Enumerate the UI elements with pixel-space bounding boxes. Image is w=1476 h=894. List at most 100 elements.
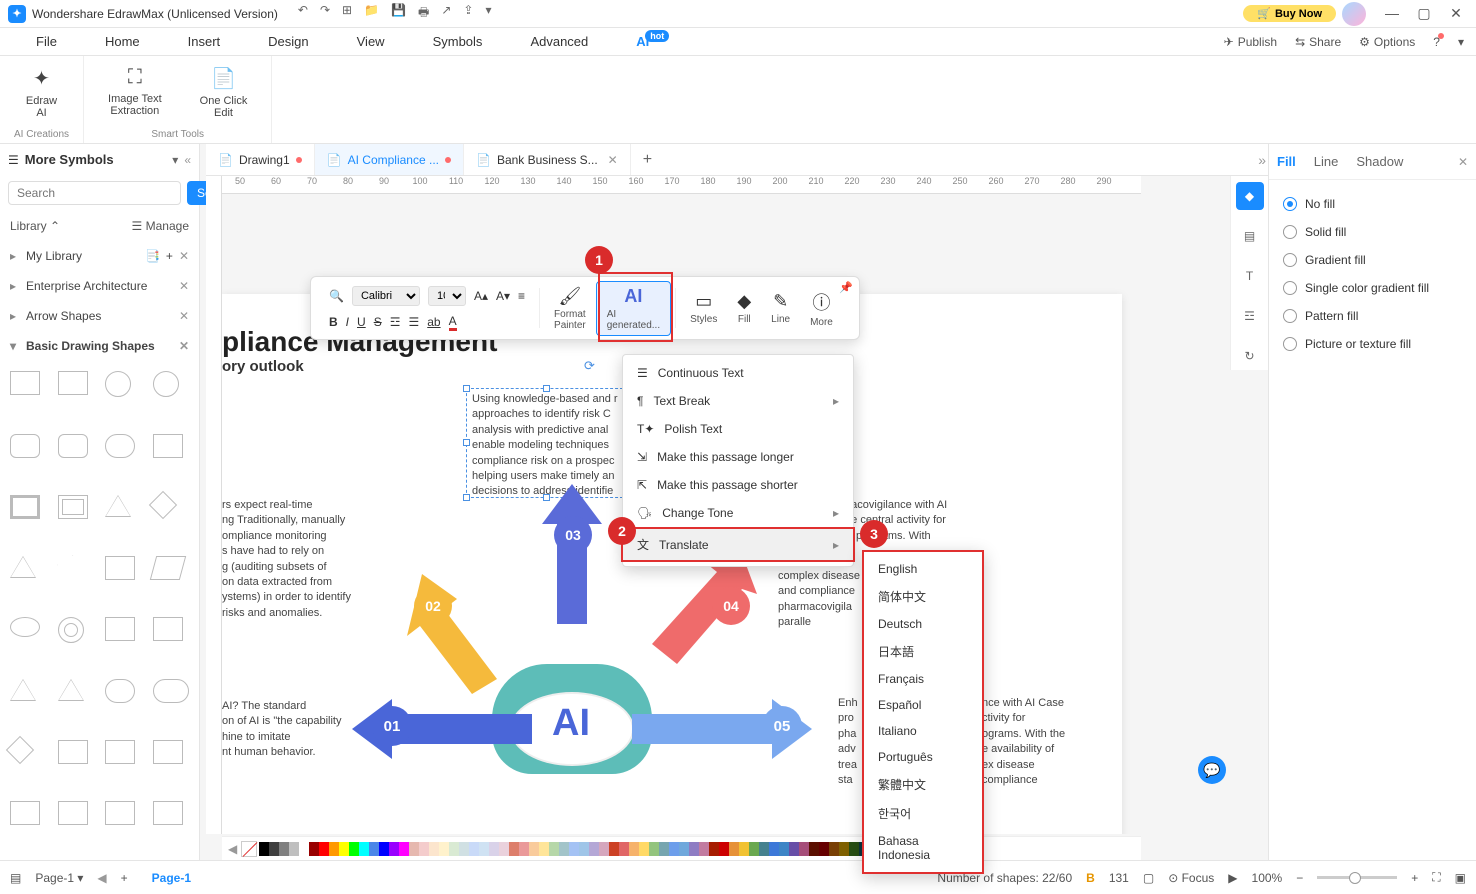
fill-option-no-fill[interactable]: No fill [1283,190,1462,218]
menu-dropdown-icon[interactable]: ▾ [1458,35,1464,49]
shape-triangle[interactable] [105,495,131,517]
dropdown-icon[interactable]: ▾ [172,153,178,167]
color-swatch[interactable] [289,842,299,856]
font-family-select[interactable]: Calibri [352,286,420,306]
doc-tab-drawing1[interactable]: 📄 Drawing1 [206,144,315,175]
bold-button[interactable]: B [329,315,338,329]
color-swatch[interactable] [709,842,719,856]
color-swatch[interactable] [299,842,309,856]
zoom-out-button[interactable]: − [1296,871,1303,885]
color-swatch[interactable] [699,842,709,856]
color-swatch[interactable] [329,842,339,856]
library-label[interactable]: Library ⌃ [10,219,60,233]
add-icon[interactable]: + [166,249,173,263]
category-basic-drawing-shapes[interactable]: ▾Basic Drawing Shapes✕ [0,331,199,361]
close-cat-icon[interactable]: ✕ [179,339,189,353]
shape-trapezoid-inv[interactable] [105,617,135,641]
prop-tab-shadow[interactable]: Shadow [1356,154,1403,169]
shape-double-frame[interactable] [58,495,88,519]
color-swatch[interactable] [409,842,419,856]
color-swatch[interactable] [309,842,319,856]
shape-triangle2[interactable] [10,679,36,701]
options-button[interactable]: ⚙ Options [1359,35,1415,49]
color-swatch[interactable] [539,842,549,856]
shape-square[interactable] [10,371,40,395]
color-swatch[interactable] [269,842,279,856]
fill-option-picture[interactable]: Picture or texture fill [1283,330,1462,358]
symbols-menu-icon[interactable]: ☰ [8,153,19,167]
color-swatch[interactable] [759,842,769,856]
fill-option-pattern[interactable]: Pattern fill [1283,302,1462,330]
shape-stadium2[interactable] [153,679,189,703]
decrease-font-icon[interactable]: A▾ [496,289,510,303]
ctx-make-shorter[interactable]: ⇱Make this passage shorter [623,471,853,499]
page-tab-bottom[interactable]: Page-1 [142,871,201,885]
ai-generated-button[interactable]: AI AI generated... [596,281,671,336]
shape-triangle3[interactable] [58,679,84,701]
color-swatch[interactable] [359,842,369,856]
prop-tab-fill[interactable]: Fill [1277,154,1296,169]
share-icon[interactable]: ⇪ [463,3,473,24]
fill-option-gradient[interactable]: Gradient fill [1283,246,1462,274]
color-swatch[interactable] [439,842,449,856]
lang-italiano[interactable]: Italiano [864,718,982,744]
shape-pentagon2[interactable] [58,740,88,764]
redo-icon[interactable]: ↷ [320,3,330,24]
shape-circle[interactable] [105,371,131,397]
color-swatch[interactable] [819,842,829,856]
color-swatch[interactable] [639,842,649,856]
doc-tab-bank-business[interactable]: 📄 Bank Business S... ✕ [464,144,631,175]
shape-ellipse[interactable] [153,371,179,397]
color-swatch[interactable] [509,842,519,856]
color-swatch[interactable] [479,842,489,856]
color-swatch[interactable] [749,842,759,856]
new-lib-icon[interactable]: 📑 [145,249,160,263]
text-highlight-icon[interactable]: ab [427,315,440,329]
lang-bahasa-indonesia[interactable]: Bahasa Indonesia [864,828,982,868]
menu-symbols[interactable]: Symbols [409,34,507,49]
close-cat-icon[interactable]: ✕ [179,309,189,323]
styles-button[interactable]: ▭Styles [680,287,727,329]
help-button[interactable]: ? [1433,35,1440,49]
menu-advanced[interactable]: Advanced [506,34,612,49]
category-my-library[interactable]: ▸My Library 📑 + ✕ [0,241,199,271]
color-swatch[interactable] [369,842,379,856]
category-arrow-shapes[interactable]: ▸Arrow Shapes✕ [0,301,199,331]
color-swatch[interactable] [459,842,469,856]
color-swatch[interactable] [449,842,459,856]
color-swatch[interactable] [629,842,639,856]
text-tool-icon[interactable]: T [1236,262,1264,290]
shape-star[interactable] [58,801,88,825]
color-swatch[interactable] [429,842,439,856]
shape-rounded-square[interactable] [10,434,40,458]
increase-font-icon[interactable]: A▴ [474,289,488,303]
page-tool-icon[interactable]: ▤ [1236,222,1264,250]
fill-tool-icon[interactable]: ◆ [1236,182,1264,210]
fill-option-single-gradient[interactable]: Single color gradient fill [1283,274,1462,302]
menu-home[interactable]: Home [81,34,164,49]
shape-octagon[interactable] [10,801,40,825]
numbered-list-icon[interactable]: ☲ [390,315,401,329]
refresh-icon[interactable]: ⟳ [584,358,595,374]
shape-hexagon[interactable] [105,556,135,580]
color-swatch[interactable] [609,842,619,856]
no-color-swatch[interactable] [241,841,257,857]
print-icon[interactable]: 🖶 [418,3,429,24]
more-symbols-label[interactable]: More Symbols [25,152,167,167]
lang-portugues[interactable]: Português [864,744,982,770]
font-size-select[interactable]: 10 [428,286,466,306]
user-avatar[interactable] [1342,2,1366,26]
color-swatch[interactable] [389,842,399,856]
color-swatch[interactable] [419,842,429,856]
ctx-make-longer[interactable]: ⇲Make this passage longer [623,443,853,471]
fit-page-icon[interactable]: ⛶ [1432,870,1440,885]
color-swatch[interactable] [829,842,839,856]
ctx-continuous-text[interactable]: ☰Continuous Text [623,359,853,387]
color-swatch[interactable] [569,842,579,856]
zoom-slider[interactable] [1317,876,1397,879]
one-click-edit-button[interactable]: 📄 One Click Edit [190,62,258,123]
maximize-button[interactable]: ▢ [1412,5,1436,22]
ctx-polish-text[interactable]: T✦Polish Text [623,415,853,443]
lang-english[interactable]: English [864,556,982,582]
lang-traditional-chinese[interactable]: 繁體中文 [864,770,982,799]
